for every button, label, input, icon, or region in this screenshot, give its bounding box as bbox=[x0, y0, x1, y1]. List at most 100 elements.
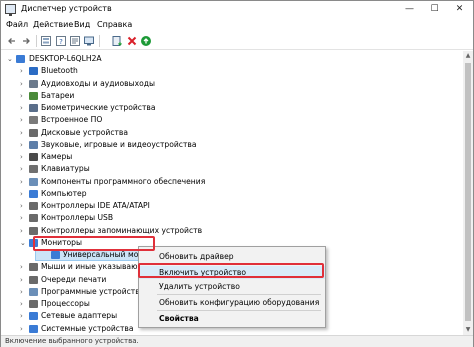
chevron-right-icon[interactable]: › bbox=[20, 298, 23, 310]
scan-icon[interactable] bbox=[83, 35, 95, 47]
keyboard-icon bbox=[29, 165, 38, 174]
software-icon bbox=[29, 177, 38, 186]
tree-item[interactable]: › Компьютер bbox=[1, 188, 463, 200]
chevron-right-icon[interactable]: › bbox=[20, 212, 23, 224]
tree-root-label: DESKTOP-L6QLH2A bbox=[29, 54, 102, 63]
menu-item-scan-hardware[interactable]: Обновить конфигурацию оборудования bbox=[139, 296, 325, 309]
maximize-button[interactable]: ☐ bbox=[422, 1, 447, 18]
tree-item-label: Компьютер bbox=[41, 188, 87, 198]
properties-icon[interactable] bbox=[69, 35, 81, 47]
vertical-scrollbar[interactable]: ▲ ▼ bbox=[463, 51, 473, 335]
back-icon[interactable] bbox=[6, 35, 18, 47]
chevron-right-icon[interactable]: › bbox=[20, 65, 23, 77]
menu-view[interactable]: Вид bbox=[74, 20, 90, 29]
chevron-down-icon[interactable]: ⌄ bbox=[20, 237, 26, 249]
menu-item-label: Обновить драйвер bbox=[159, 252, 234, 261]
software-device-icon bbox=[29, 287, 38, 296]
disk-icon bbox=[29, 128, 38, 137]
tree-item[interactable]: › Дисковые устройства bbox=[1, 127, 463, 139]
tree-item[interactable]: › Камеры bbox=[1, 151, 463, 163]
tree-item-label: Батареи bbox=[41, 90, 75, 100]
device-manager-window: Диспетчер устройств — ☐ ✕ Файл Действие … bbox=[0, 0, 474, 347]
tree-item[interactable]: › Bluetooth bbox=[1, 65, 463, 77]
tree-item-label: Сетевые адаптеры bbox=[41, 311, 118, 321]
enable-icon[interactable] bbox=[140, 35, 152, 47]
chevron-right-icon[interactable]: › bbox=[20, 188, 23, 200]
scroll-thumb[interactable] bbox=[465, 63, 471, 321]
camera-icon bbox=[29, 153, 38, 161]
battery-icon bbox=[29, 91, 38, 100]
cpu-icon bbox=[29, 300, 38, 308]
chevron-right-icon[interactable]: › bbox=[20, 225, 23, 237]
scroll-up-icon[interactable]: ▲ bbox=[463, 51, 473, 61]
chevron-down-icon[interactable]: ⌄ bbox=[7, 53, 13, 65]
audio-icon bbox=[29, 79, 38, 88]
tree-item[interactable]: › Контроллеры запоминающих устройств bbox=[1, 225, 463, 237]
bluetooth-icon bbox=[29, 67, 38, 76]
svg-text:?: ? bbox=[59, 38, 63, 46]
minimize-button[interactable]: — bbox=[397, 1, 422, 18]
tree-item-label: Контроллеры USB bbox=[41, 213, 114, 223]
chevron-right-icon[interactable]: › bbox=[20, 261, 23, 273]
tree-item[interactable]: › Контроллеры IDE ATA/ATAPI bbox=[1, 200, 463, 212]
tree-item[interactable]: › Компоненты программного обеспечения bbox=[1, 176, 463, 188]
chevron-right-icon[interactable]: › bbox=[20, 323, 23, 335]
tree-root[interactable]: ⌄ DESKTOP-L6QLH2A bbox=[1, 53, 463, 65]
menu-item-uninstall-device[interactable]: Удалить устройство bbox=[139, 280, 325, 293]
status-text: Включение выбранного устройства. bbox=[5, 337, 139, 345]
chevron-right-icon[interactable]: › bbox=[20, 90, 23, 102]
menu-action[interactable]: Действие bbox=[33, 20, 73, 29]
tree-item-label: Клавиатуры bbox=[41, 164, 90, 174]
network-icon bbox=[29, 312, 38, 321]
tree-item[interactable]: › Встроенное ПО bbox=[1, 114, 463, 126]
menu-separator bbox=[157, 294, 321, 295]
chevron-right-icon[interactable]: › bbox=[20, 151, 23, 163]
menu-bar: Файл Действие Вид Справка bbox=[1, 18, 473, 32]
menu-item-update-driver[interactable]: Обновить драйвер bbox=[139, 250, 325, 263]
view-icon[interactable] bbox=[40, 35, 52, 47]
firmware-icon bbox=[29, 116, 38, 125]
chevron-right-icon[interactable]: › bbox=[20, 176, 23, 188]
chevron-right-icon[interactable]: › bbox=[20, 310, 23, 322]
tree-item-label: Звуковые, игровые и видеоустройства bbox=[41, 139, 197, 149]
mouse-icon bbox=[29, 263, 38, 272]
help-icon[interactable]: ? bbox=[55, 35, 67, 47]
sound-icon bbox=[29, 140, 38, 149]
chevron-right-icon[interactable]: › bbox=[20, 274, 23, 286]
tree-item[interactable]: › Биометрические устройства bbox=[1, 102, 463, 114]
close-button[interactable]: ✕ bbox=[447, 1, 472, 18]
chevron-right-icon[interactable]: › bbox=[20, 139, 23, 151]
remove-icon[interactable] bbox=[126, 35, 138, 47]
chevron-right-icon[interactable]: › bbox=[20, 200, 23, 212]
chevron-right-icon[interactable]: › bbox=[20, 114, 23, 126]
device-manager-icon bbox=[5, 4, 16, 16]
chevron-right-icon[interactable]: › bbox=[20, 102, 23, 114]
driver-icon[interactable] bbox=[111, 35, 123, 47]
tree-item-label: Камеры bbox=[41, 152, 73, 161]
tree-item-label: Аудиовходы и аудиовыходы bbox=[41, 78, 155, 88]
tree-item[interactable]: › Контроллеры USB bbox=[1, 212, 463, 224]
menu-help[interactable]: Справка bbox=[97, 20, 132, 29]
chevron-right-icon[interactable]: › bbox=[20, 78, 23, 90]
tree-item[interactable]: › Аудиовходы и аудиовыходы bbox=[1, 78, 463, 90]
chevron-right-icon[interactable]: › bbox=[20, 286, 23, 298]
toolbar-separator bbox=[99, 35, 100, 47]
tree-item-label: Процессоры bbox=[41, 299, 90, 308]
context-menu: Обновить драйвер Включить устройство Уда… bbox=[138, 246, 326, 328]
chevron-right-icon[interactable]: › bbox=[20, 127, 23, 139]
scroll-down-icon[interactable]: ▼ bbox=[463, 325, 473, 335]
chevron-right-icon[interactable]: › bbox=[20, 163, 23, 175]
tree-item[interactable]: › Клавиатуры bbox=[1, 163, 463, 175]
menu-file[interactable]: Файл bbox=[6, 20, 28, 29]
tree-item[interactable]: › Звуковые, игровые и видеоустройства bbox=[1, 139, 463, 151]
menu-item-properties[interactable]: Свойства bbox=[139, 312, 325, 325]
print-icon bbox=[29, 275, 38, 284]
menu-item-label: Свойства bbox=[159, 314, 199, 323]
tree-item-label: Контроллеры запоминающих устройств bbox=[41, 225, 203, 235]
usb-icon bbox=[29, 214, 38, 223]
toolbar: ? bbox=[1, 32, 473, 50]
title-bar: Диспетчер устройств — ☐ ✕ bbox=[1, 1, 473, 18]
tree-item[interactable]: › Батареи bbox=[1, 90, 463, 102]
forward-icon[interactable] bbox=[20, 35, 32, 47]
computer-icon bbox=[16, 55, 25, 63]
